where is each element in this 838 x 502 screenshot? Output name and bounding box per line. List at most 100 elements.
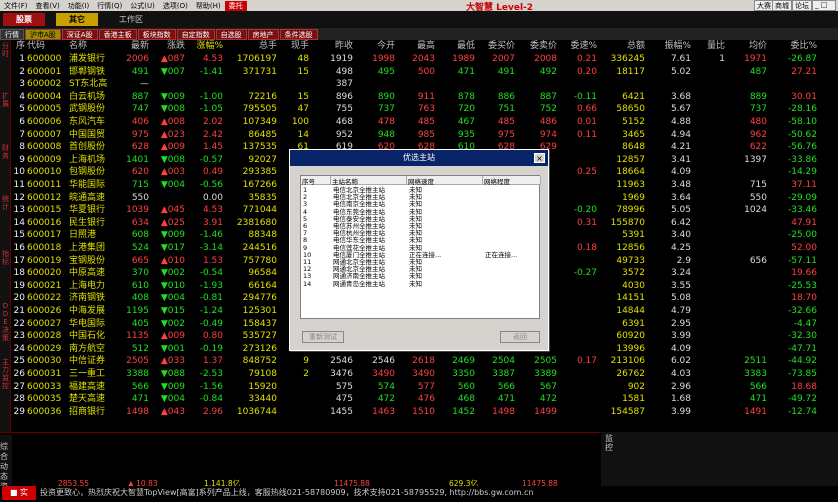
table-cell[interactable]: 5: [11, 103, 25, 116]
stock-name[interactable]: 宝钢股份: [69, 255, 111, 268]
server-list-cell[interactable]: 正在连接...: [485, 251, 517, 259]
stock-name[interactable]: 华电国际: [69, 318, 111, 331]
table-cell[interactable]: 2: [11, 66, 25, 79]
stock-code[interactable]: 600011: [27, 179, 67, 192]
return-button[interactable]: 返回: [500, 331, 540, 343]
table-cell[interactable]: 29: [11, 406, 25, 419]
table-cell[interactable]: 7: [11, 129, 25, 142]
table-cell[interactable]: 27: [11, 381, 25, 394]
tab-realestate[interactable]: 房地产: [247, 28, 279, 40]
stock-code[interactable]: 600010: [27, 166, 67, 179]
table-cell[interactable]: 23: [11, 330, 25, 343]
menu-function[interactable]: 功能(I): [64, 1, 94, 11]
stock-code[interactable]: 600019: [27, 255, 67, 268]
stock-name[interactable]: 中信证券: [69, 355, 111, 368]
stock-code[interactable]: 600026: [27, 305, 67, 318]
table-cell[interactable]: 3: [11, 78, 25, 91]
table-cell[interactable]: 13: [11, 204, 25, 217]
stock-name[interactable]: 济南钢铁: [69, 292, 111, 305]
stock-code[interactable]: 600007: [27, 129, 67, 142]
dialog-close-icon[interactable]: ×: [534, 153, 545, 163]
table-cell[interactable]: 22: [11, 318, 25, 331]
tab-sector-index[interactable]: 板块指数: [137, 28, 176, 40]
stock-name[interactable]: 上海机场: [69, 154, 111, 167]
tab-sz-a[interactable]: 深证A股: [61, 28, 98, 40]
sidebar-tab[interactable]: D D E 决 策: [1, 302, 10, 342]
stock-code[interactable]: 600012: [27, 192, 67, 205]
menu-view[interactable]: 查看(V): [32, 1, 64, 11]
column-header[interactable]: 委卖价: [517, 40, 557, 53]
column-header[interactable]: 振幅%: [647, 40, 691, 53]
stock-code[interactable]: 600033: [27, 381, 67, 394]
stock-code[interactable]: 600035: [27, 393, 67, 406]
corner-label[interactable]: 监控: [605, 434, 613, 452]
stock-name[interactable]: 华能国际: [69, 179, 111, 192]
column-header[interactable]: 总手: [225, 40, 277, 53]
other-button[interactable]: 其它: [56, 13, 98, 26]
mall-button[interactable]: 商城: [772, 0, 792, 11]
column-header[interactable]: 委比%: [769, 40, 817, 53]
table-cell[interactable]: 24: [11, 343, 25, 356]
column-header[interactable]: 序: [11, 40, 25, 53]
stock-name[interactable]: 南方航空: [69, 343, 111, 356]
column-header[interactable]: 今开: [355, 40, 395, 53]
column-header[interactable]: 委速%: [559, 40, 597, 53]
retest-button[interactable]: 重新测试: [302, 331, 344, 343]
stock-code[interactable]: 600027: [27, 318, 67, 331]
server-list-cell[interactable]: 14: [303, 280, 311, 288]
stock-code[interactable]: 600029: [27, 343, 67, 356]
column-header[interactable]: 最高: [397, 40, 435, 53]
stock-name[interactable]: 招商银行: [69, 406, 111, 419]
stock-code[interactable]: 600018: [27, 242, 67, 255]
stock-name[interactable]: 三一重工: [69, 368, 111, 381]
tab-lead[interactable]: 行情: [0, 28, 24, 40]
table-cell[interactable]: 15: [11, 229, 25, 242]
stock-name[interactable]: 华夏银行: [69, 204, 111, 217]
table-cell[interactable]: 17: [11, 255, 25, 268]
column-header[interactable]: 涨跌: [151, 40, 185, 53]
column-header[interactable]: 最低: [437, 40, 475, 53]
menu-help[interactable]: 帮助(H): [192, 1, 225, 11]
table-cell[interactable]: 4: [11, 91, 25, 104]
list-column-header[interactable]: 网络程度: [483, 176, 541, 186]
stock-code[interactable]: 600028: [27, 330, 67, 343]
sidebar-tab[interactable]: 指 标: [1, 250, 10, 266]
server-list-cell[interactable]: 未知: [409, 280, 422, 288]
stock-code[interactable]: 600015: [27, 204, 67, 217]
table-cell[interactable]: 8: [11, 141, 25, 154]
column-header[interactable]: 总额: [599, 40, 645, 53]
stock-name[interactable]: 楚天高速: [69, 393, 111, 406]
stock-code[interactable]: 600036: [27, 406, 67, 419]
list-column-header[interactable]: 序号: [301, 176, 331, 186]
table-cell[interactable]: 1: [11, 53, 25, 66]
column-header[interactable]: 名称: [69, 40, 111, 53]
stock-code[interactable]: 600022: [27, 292, 67, 305]
menu-options[interactable]: 选项(O): [159, 1, 192, 11]
stock-code[interactable]: 600030: [27, 355, 67, 368]
table-cell[interactable]: 10: [11, 166, 25, 179]
stock-name[interactable]: 中国石化: [69, 330, 111, 343]
stock-name[interactable]: 上港集团: [69, 242, 111, 255]
table-cell[interactable]: 19: [11, 280, 25, 293]
stock-name[interactable]: 中原高速: [69, 267, 111, 280]
table-cell[interactable]: 28: [11, 393, 25, 406]
tab-composite[interactable]: 综合: [0, 442, 10, 462]
tab-dynamic[interactable]: 动态: [0, 462, 10, 482]
server-list[interactable]: 序号 主站名称 网络速度 网络程度 1 电信北京全推主站 未知 2 电信北京全推主站 未知 3 电信南…: [300, 175, 541, 319]
column-header[interactable]: 均价: [727, 40, 767, 53]
stock-code[interactable]: 600005: [27, 103, 67, 116]
table-cell[interactable]: 18: [11, 267, 25, 280]
menu-quote[interactable]: 行情(Q): [93, 1, 126, 11]
tab-hk[interactable]: 香港主板: [98, 28, 137, 40]
table-cell[interactable]: 11: [11, 179, 25, 192]
column-header[interactable]: 最新: [113, 40, 149, 53]
stock-name[interactable]: 民生银行: [69, 217, 111, 230]
menu-trade[interactable]: 委托: [224, 0, 247, 11]
contest-button[interactable]: 大赛: [754, 0, 774, 11]
column-header[interactable]: 委买价: [477, 40, 515, 53]
stock-name[interactable]: 上海电力: [69, 280, 111, 293]
stock-code[interactable]: 600008: [27, 141, 67, 154]
stock-name[interactable]: 武钢股份: [69, 103, 111, 116]
sidebar-tab[interactable]: 财 务: [1, 144, 10, 160]
sidebar-tab[interactable]: 统 计: [1, 195, 10, 211]
